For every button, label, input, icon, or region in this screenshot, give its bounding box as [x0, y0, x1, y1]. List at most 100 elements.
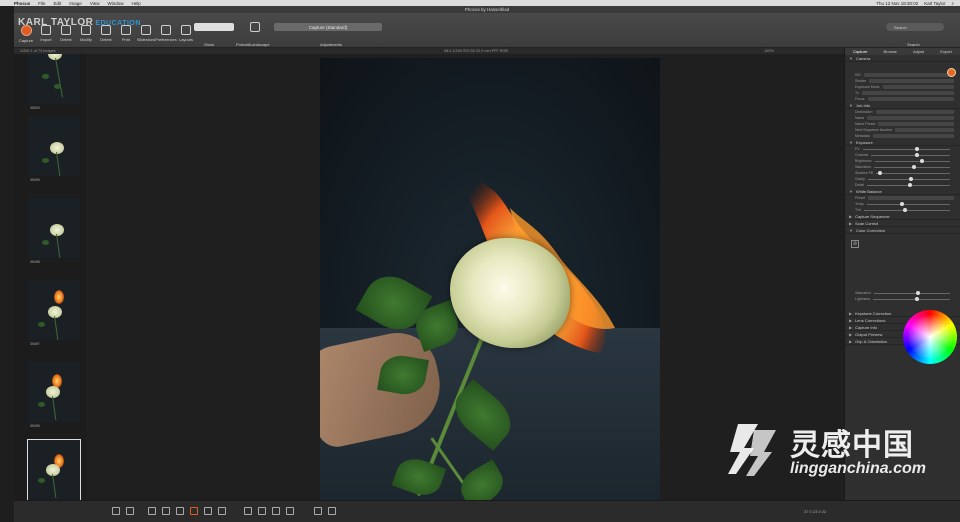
disclosure-closed-icon: ▶	[849, 213, 853, 219]
thumbnail-image	[28, 116, 80, 176]
retouch-tool-icon[interactable]	[190, 507, 198, 515]
search-input[interactable]: Search	[886, 23, 944, 31]
sequence-field[interactable]	[895, 128, 954, 132]
layouts-button[interactable]: Layouts	[178, 25, 194, 43]
section-camera[interactable]: ▼ Camera	[845, 55, 960, 62]
cc-saturation-slider[interactable]	[873, 291, 950, 295]
orientation-icon[interactable]	[250, 22, 260, 32]
disclosure-open-icon: ▼	[849, 102, 853, 108]
eyedropper-icon[interactable]: ⊘	[851, 240, 859, 248]
disclosure-closed-icon: ▶	[849, 220, 853, 226]
hand-tool-icon[interactable]	[204, 507, 212, 515]
menu-file[interactable]: File	[38, 1, 45, 6]
menu-help[interactable]: Help	[132, 1, 141, 6]
shutter-field[interactable]	[869, 79, 954, 83]
tv-field[interactable]	[861, 91, 954, 95]
thumbnail-selected[interactable]: 35492	[27, 439, 81, 500]
iso-field[interactable]	[864, 73, 954, 77]
shadow-fill-slider[interactable]	[876, 171, 950, 175]
clarity-slider[interactable]	[867, 177, 950, 181]
section-scan-control[interactable]: ▶ Scan Control	[845, 220, 960, 227]
delete2-button[interactable]: Delete	[98, 25, 114, 43]
disclosure-open-icon: ▼	[849, 227, 853, 233]
adjustments-label: Adjustments	[320, 42, 343, 47]
show-selector[interactable]	[194, 23, 234, 31]
delete-button[interactable]: Delete	[58, 25, 74, 43]
brightness-slider[interactable]	[874, 159, 950, 163]
section-exposure[interactable]: ▼ Exposure	[845, 139, 960, 146]
window-title: Phocus by Hasselblad	[464, 7, 510, 12]
printer-icon	[121, 25, 131, 35]
layouts-icon	[181, 25, 191, 35]
menu-app[interactable]: Phocus	[14, 1, 30, 6]
adjustment-style-select[interactable]: Capture (Standard)	[274, 23, 382, 31]
contrast-slider[interactable]	[871, 153, 950, 157]
compare-view-icon[interactable]	[126, 507, 134, 515]
tab-adjust[interactable]: Adjust	[913, 49, 924, 54]
zoom-level[interactable]: 100%	[764, 49, 774, 53]
temp-slider[interactable]	[866, 202, 950, 206]
focus-field[interactable]	[867, 97, 954, 101]
exposure-mode-field[interactable]	[882, 85, 954, 89]
modify-button[interactable]: Modify	[78, 25, 94, 43]
print-button[interactable]: Print	[118, 25, 134, 43]
tab-capture[interactable]: Capture	[853, 49, 867, 54]
thumbnail[interactable]: 35498	[28, 198, 80, 266]
clock[interactable]: Thu 12 Nov 18:30:02	[876, 1, 918, 6]
tab-export[interactable]: Export	[940, 49, 952, 54]
crop-tool-icon[interactable]	[148, 507, 156, 515]
thumbnail[interactable]: 35499	[28, 116, 80, 184]
slideshow-button[interactable]: Slideshow	[137, 25, 155, 43]
menu-window[interactable]: Window	[108, 1, 124, 6]
capture-button[interactable]: Capture	[18, 25, 34, 43]
section-color-correction[interactable]: ▼ Color Correction	[845, 227, 960, 234]
metadata-field[interactable]	[872, 134, 954, 138]
import-button[interactable]: Import	[38, 25, 54, 43]
brush-tool-icon[interactable]	[176, 507, 184, 515]
thumbnail[interactable]: 35500	[28, 54, 80, 112]
bottom-toolbar: 37 0 23 0 22	[14, 500, 960, 522]
modify-icon	[81, 25, 91, 35]
straighten-tool-icon[interactable]	[162, 507, 170, 515]
thumbnail[interactable]: 35497	[28, 280, 80, 348]
saturation-slider[interactable]	[873, 165, 950, 169]
cc-lightness-slider[interactable]	[872, 297, 950, 301]
name-preset-field[interactable]	[878, 122, 954, 126]
destination-field[interactable]	[875, 110, 954, 114]
color-wheel[interactable]	[903, 310, 957, 364]
detail-slider[interactable]	[866, 183, 950, 187]
prev-image-icon[interactable]	[314, 507, 322, 515]
menu-image[interactable]: Image	[69, 1, 82, 6]
rotate-left-icon[interactable]	[244, 507, 252, 515]
name-field[interactable]	[867, 116, 954, 120]
thumbnail-image	[28, 280, 80, 340]
thumbnail-caption: 35500	[30, 106, 40, 110]
spotlight-icon[interactable]: ⌕	[951, 1, 954, 6]
section-job-info[interactable]: ▼ Job Info	[845, 102, 960, 109]
user-name[interactable]: Karl Taylor	[924, 1, 945, 6]
image-count: 1/200 1 of 73 Images	[20, 49, 56, 53]
wb-preset-field[interactable]	[868, 196, 954, 200]
thumbnail-browser: 35500 35499 35498 35497 35495	[14, 54, 86, 500]
trash-icon	[61, 25, 71, 35]
capture-shutter-button[interactable]	[947, 68, 956, 77]
tint-slider[interactable]	[863, 208, 950, 212]
grid-icon[interactable]	[286, 507, 294, 515]
disclosure-closed-icon: ▶	[849, 338, 853, 344]
ev-slider[interactable]	[862, 147, 950, 151]
section-white-balance[interactable]: ▼ White Balance	[845, 188, 960, 195]
menu-view[interactable]: View	[90, 1, 100, 6]
disclosure-open-icon: ▼	[849, 188, 853, 194]
flip-icon[interactable]	[272, 507, 280, 515]
thumbnail[interactable]: 35495	[28, 362, 80, 430]
rotate-right-icon[interactable]	[258, 507, 266, 515]
menu-edit[interactable]: Edit	[54, 1, 62, 6]
zoom-tool-icon[interactable]	[218, 507, 226, 515]
next-image-icon[interactable]	[328, 507, 336, 515]
preferences-button[interactable]: Preferences	[155, 25, 177, 43]
disclosure-open-icon: ▼	[849, 139, 853, 145]
section-capture-sequencer[interactable]: ▶ Capture Sequencer	[845, 213, 960, 220]
import-icon	[41, 25, 51, 35]
tab-browse[interactable]: Browse	[883, 49, 896, 54]
single-view-icon[interactable]	[112, 507, 120, 515]
